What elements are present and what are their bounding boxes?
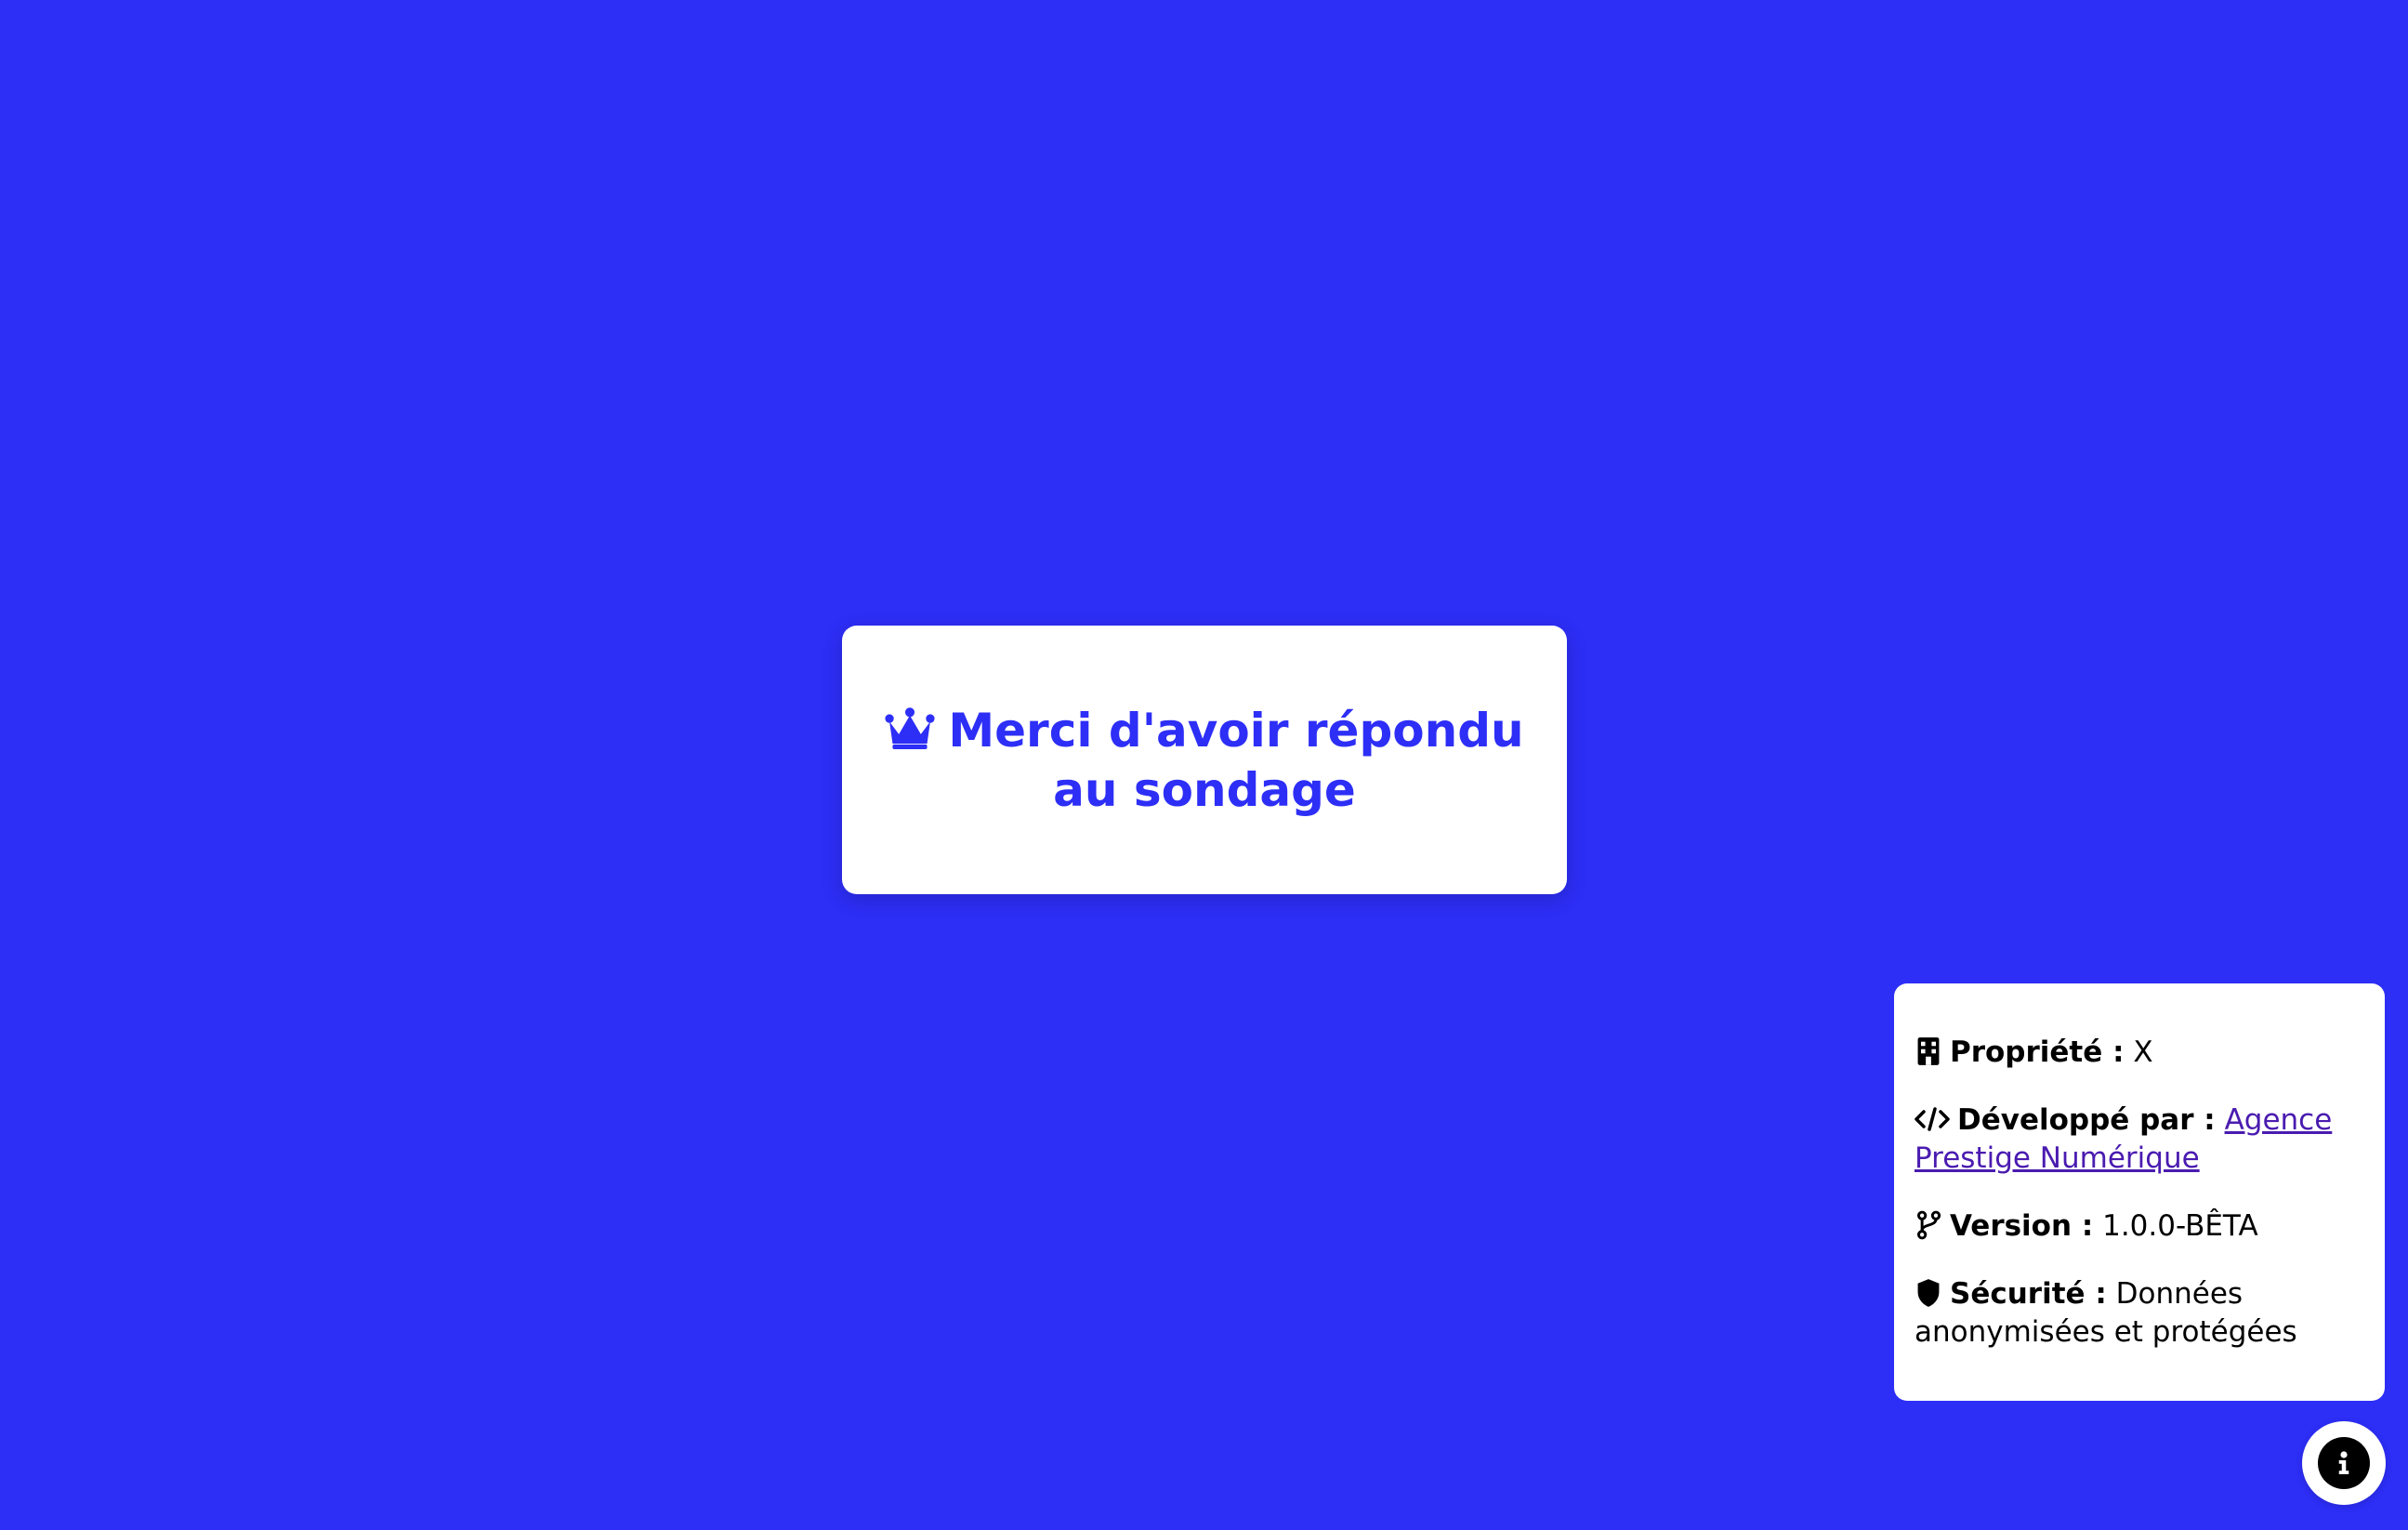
code-icon <box>1915 1104 1950 1134</box>
crown-icon <box>885 706 935 750</box>
info-toggle-button[interactable] <box>2302 1421 2386 1505</box>
thanks-heading: Merci d'avoir répondu au sondage <box>879 701 1530 820</box>
info-row-property: Propriété : X <box>1915 1034 2364 1072</box>
thanks-card: Merci d'avoir répondu au sondage <box>842 626 1567 894</box>
thanks-title-text: Merci d'avoir répondu au sondage <box>948 703 1524 817</box>
info-row-security: Sécurité : Données anonymisées et protég… <box>1915 1275 2364 1352</box>
shield-icon <box>1915 1278 1942 1308</box>
version-label: Version : <box>1950 1209 2094 1243</box>
info-row-developer: Développé par : Agence Prestige Numériqu… <box>1915 1101 2364 1178</box>
info-panel: Propriété : X Développé par : Agence Pre… <box>1894 983 2385 1401</box>
property-label: Propriété : <box>1950 1035 2125 1069</box>
version-value: 1.0.0-BÊTA <box>2102 1209 2258 1243</box>
building-icon <box>1915 1036 1942 1066</box>
git-branch-icon <box>1915 1210 1942 1240</box>
developer-label: Développé par : <box>1957 1103 2216 1137</box>
security-label: Sécurité : <box>1950 1277 2107 1311</box>
property-value: X <box>2133 1035 2153 1069</box>
info-row-version: Version : 1.0.0-BÊTA <box>1915 1207 2364 1246</box>
info-icon <box>2318 1437 2370 1489</box>
